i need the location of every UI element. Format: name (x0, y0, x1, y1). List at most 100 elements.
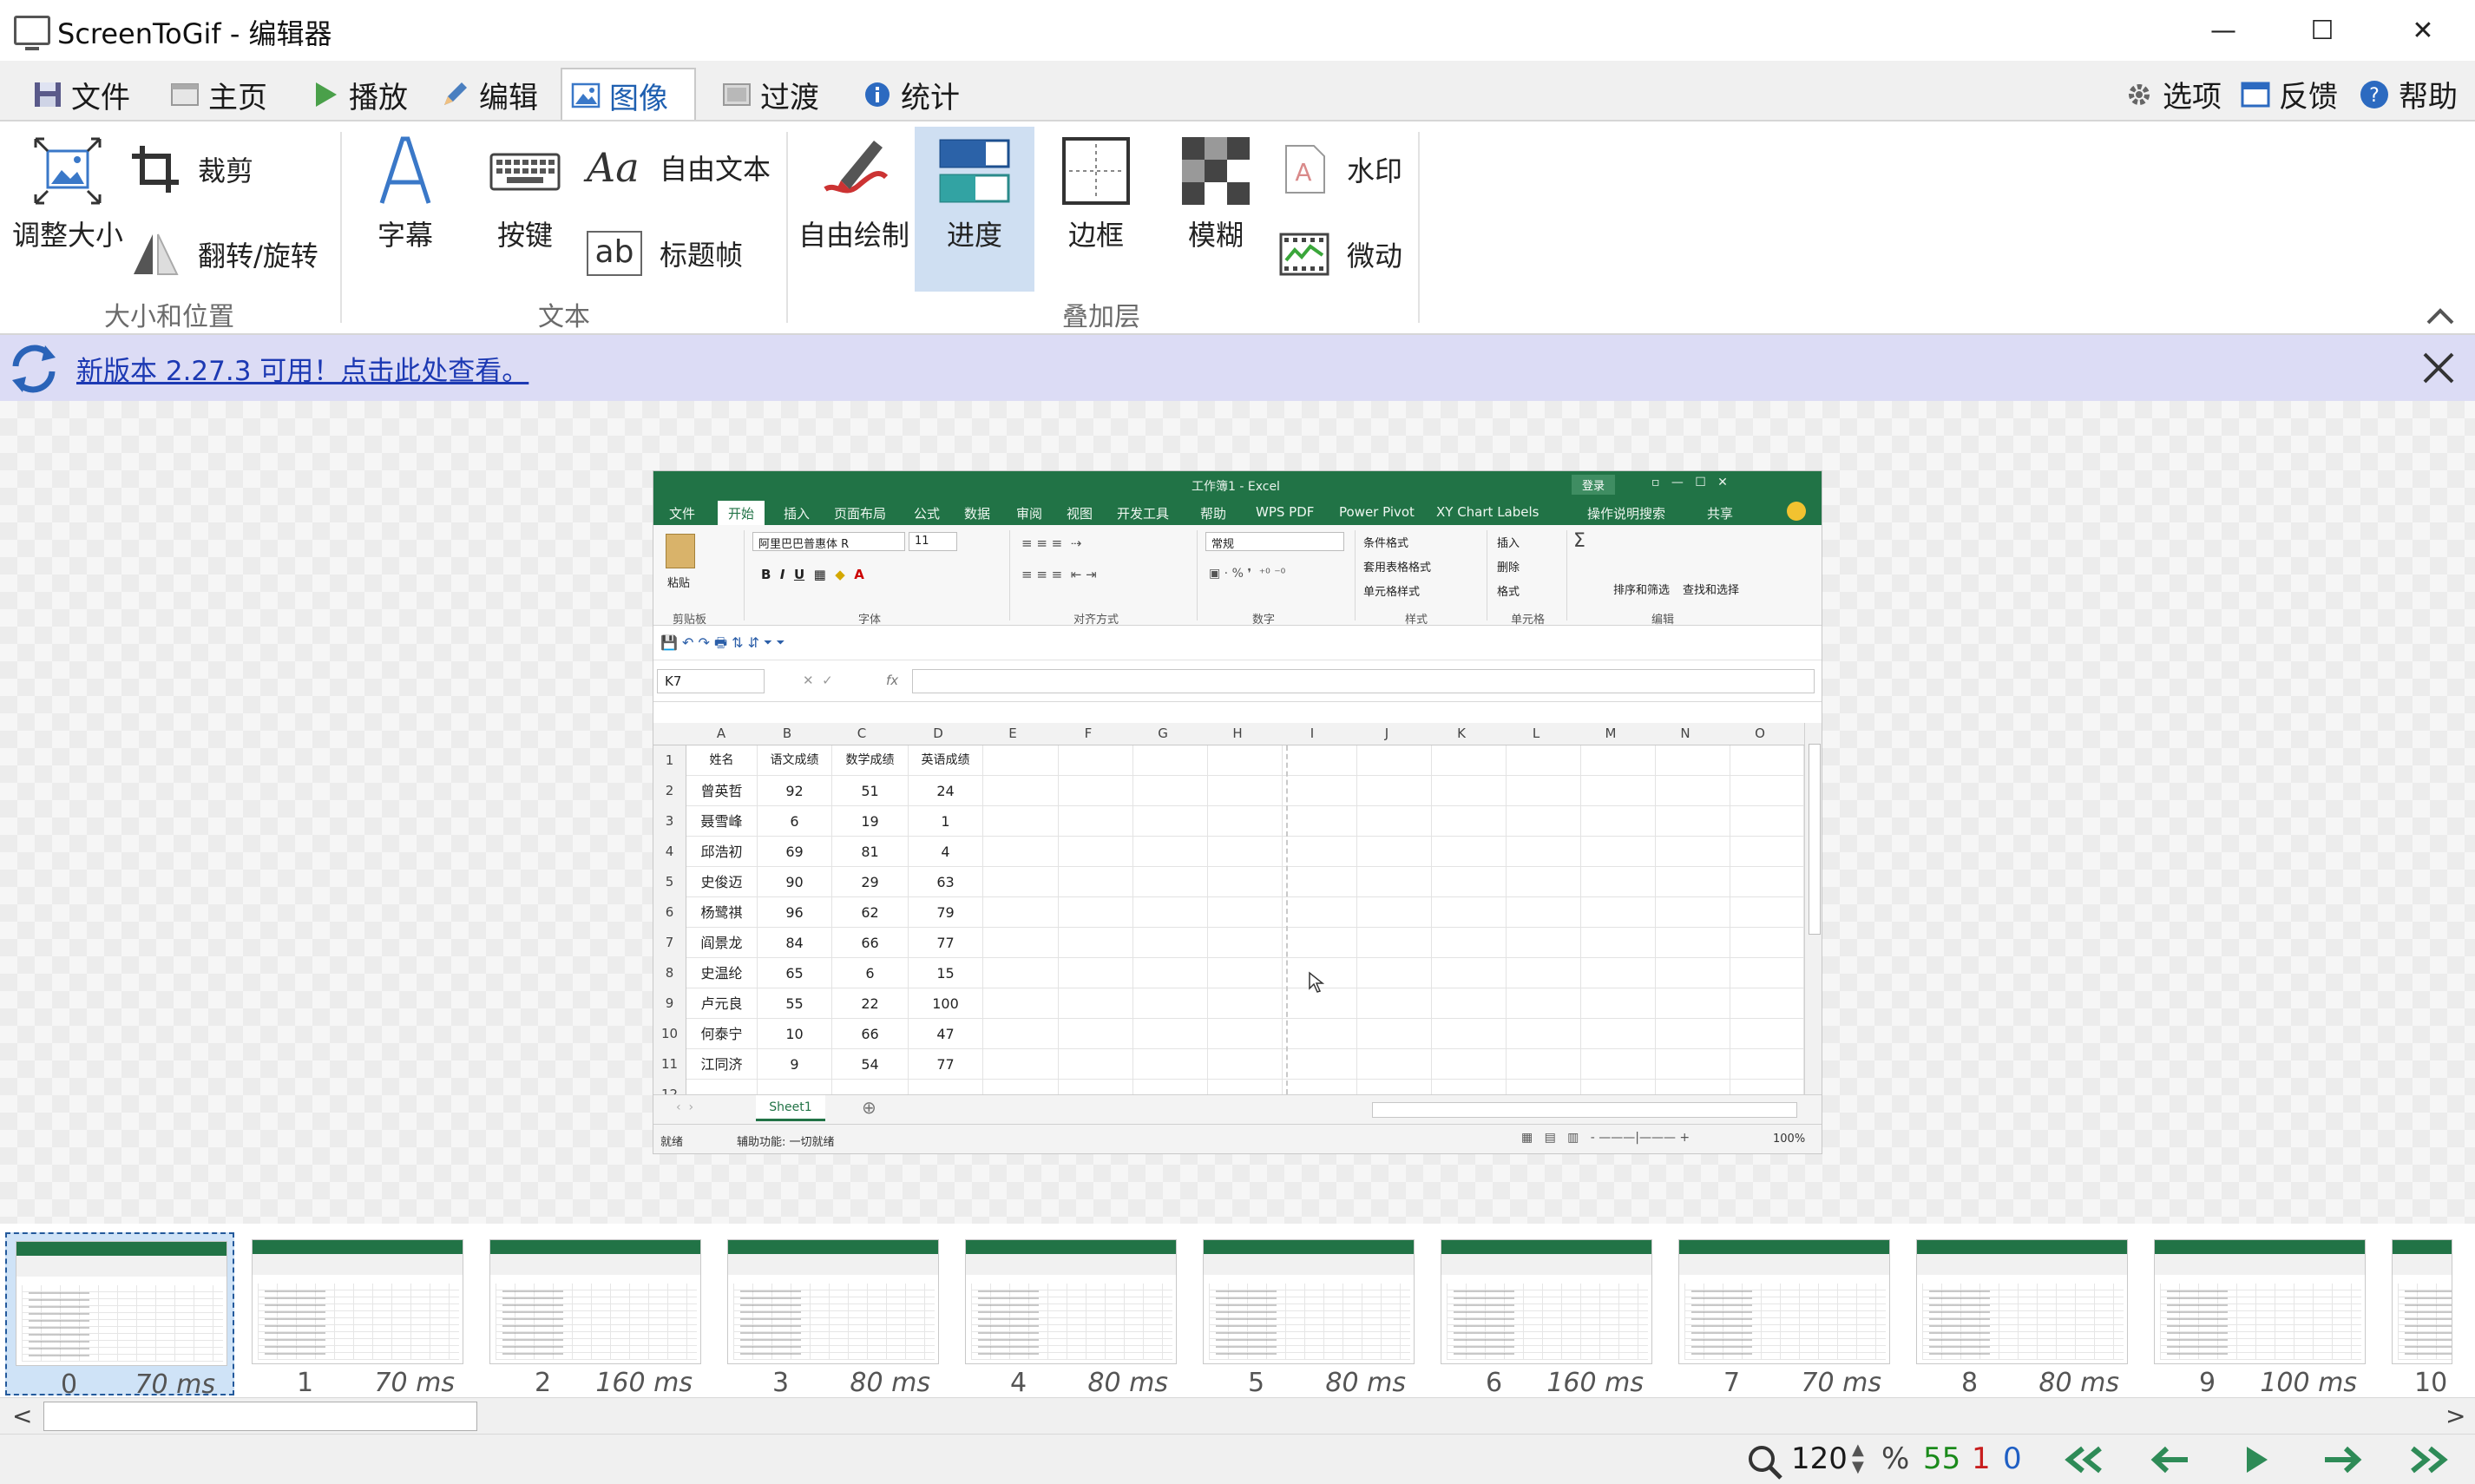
excel-cell: 1 (909, 806, 983, 837)
excel-row-header: 2 (653, 776, 686, 806)
frame-thumbnail[interactable]: 0 70 ms (5, 1232, 234, 1400)
tab-edit[interactable]: 编辑 (432, 69, 547, 120)
crop-button[interactable]: 裁剪 (130, 144, 253, 194)
excel-status-ready: 就绪 (660, 1136, 684, 1149)
next-frame-button[interactable] (2308, 1440, 2378, 1480)
excel-cell (1507, 958, 1581, 988)
options-button[interactable]: 选项 (2124, 73, 2222, 115)
help-button[interactable]: ? 帮助 (2359, 73, 2458, 115)
cinemagraph-button[interactable]: 微动 (1279, 229, 1402, 279)
frame-thumbnail[interactable]: 6 160 ms (1432, 1232, 1661, 1398)
frame-image-data (1216, 1287, 1277, 1355)
frame-thumbnail[interactable]: 1 70 ms (243, 1232, 472, 1398)
excel-cell: 数学成绩 (832, 745, 909, 776)
scrollbar-thumb[interactable] (43, 1402, 477, 1431)
excel-cell (1208, 867, 1283, 897)
excel-cell (1581, 988, 1656, 1019)
frame-thumbnail[interactable]: 8 80 ms (1907, 1232, 2137, 1398)
excel-cell (1507, 897, 1581, 928)
frame-thumbnail[interactable]: 5 80 ms (1194, 1232, 1423, 1398)
caption-button[interactable]: 字幕 (370, 135, 441, 253)
frame-thumbnail[interactable]: 4 80 ms (956, 1232, 1185, 1398)
title-frame-button[interactable]: ab 标题帧 (587, 231, 743, 276)
last-frame-button[interactable] (2395, 1440, 2465, 1480)
excel-separator (1009, 530, 1010, 621)
excel-cell: 邱浩初 (686, 837, 758, 867)
excel-group-label: 字体 (858, 614, 882, 627)
frame-image (2154, 1239, 2366, 1364)
tab-transition[interactable]: 过渡 (713, 69, 828, 120)
excel-group-label: 单元格 (1511, 614, 1546, 627)
tab-statistics[interactable]: 统计 (854, 69, 968, 120)
key-strokes-button[interactable]: 按键 (489, 135, 561, 253)
tab-file[interactable]: 文件 (24, 69, 139, 120)
tab-image[interactable]: 图像 (561, 68, 696, 121)
excel-separator (744, 530, 745, 621)
frame-thumbnail[interactable]: 2 160 ms (481, 1232, 710, 1398)
excel-cell (1507, 867, 1581, 897)
resize-button[interactable]: 调整大小 (12, 135, 123, 253)
group-label-text: 文本 (538, 302, 590, 332)
crop-icon (132, 146, 179, 193)
excel-separator (1566, 530, 1567, 621)
excel-vscroll-thumb (1809, 744, 1821, 935)
maximize-button[interactable]: ☐ (2272, 0, 2373, 61)
feedback-button[interactable]: 反馈 (2241, 73, 2338, 115)
collapse-ribbon-icon[interactable] (2425, 305, 2456, 326)
excel-sheet-nav-icons: ‹ › (676, 1100, 694, 1114)
update-notice-link[interactable]: 新版本 2.27.3 可用！点击此处查看。 (76, 349, 528, 388)
border-button[interactable]: 边框 (1060, 135, 1132, 253)
frame-strip-scrollbar[interactable]: < > (0, 1397, 2475, 1434)
free-drawing-button[interactable]: 自由绘制 (798, 135, 909, 253)
frame-preview: 工作簿1 - Excel 登录 ▫ — ☐ ✕ 文件 开始 插入 页面布局 公式… (653, 470, 1822, 1154)
obfuscate-button[interactable]: 模糊 (1180, 135, 1251, 253)
close-button[interactable]: ✕ (2373, 0, 2473, 61)
excel-cell (1730, 958, 1804, 988)
minimize-button[interactable]: — (2173, 0, 2274, 61)
frame-image-toolbar (1441, 1254, 1651, 1275)
flip-rotate-button[interactable]: 翻转/旋转 (130, 229, 318, 279)
watermark-button[interactable]: A 水印 (1279, 144, 1402, 194)
frame-image (1916, 1239, 2128, 1364)
progress-button[interactable]: 进度 (915, 127, 1034, 292)
frame-index: 8 (1961, 1368, 1979, 1398)
excel-paste-icon (666, 534, 695, 568)
frame-thumbnail[interactable]: 10 (2383, 1232, 2452, 1398)
zoom-value-input[interactable]: 120 (1791, 1441, 1848, 1476)
close-notice-icon[interactable] (2421, 351, 2456, 385)
frame-image-toolbar (2155, 1254, 2365, 1275)
play-button[interactable] (2222, 1440, 2291, 1480)
arrow-left-icon (2150, 1446, 2188, 1474)
excel-cell: 聂雪峰 (686, 806, 758, 837)
tab-play[interactable]: 播放 (302, 69, 417, 120)
frame-delay: 160 ms (1546, 1368, 1644, 1398)
excel-cell-item: 格式 (1497, 586, 1520, 599)
excel-smiley-icon (1787, 502, 1806, 521)
tab-home[interactable]: 主页 (161, 69, 276, 120)
free-text-button[interactable]: Aa 自由文本 (587, 144, 771, 191)
play-icon (2247, 1447, 2268, 1473)
excel-cell (1656, 1049, 1730, 1080)
excel-tab: 文件 (669, 506, 696, 522)
frame-image-toolbar (253, 1254, 463, 1275)
previous-frame-button[interactable] (2135, 1440, 2204, 1480)
scroll-left-arrow[interactable]: < (12, 1402, 32, 1430)
scroll-right-arrow[interactable]: > (2445, 1402, 2465, 1430)
frame-thumbnail[interactable]: 9 100 ms (2145, 1232, 2374, 1398)
first-frame-button[interactable] (2048, 1440, 2117, 1480)
excel-cell (1357, 928, 1432, 958)
frame-thumbnail[interactable]: 7 70 ms (1670, 1232, 1899, 1398)
excel-tab: 页面布局 (834, 506, 887, 522)
frame-image (1678, 1239, 1890, 1364)
excel-zoom-level: 100% (1773, 1133, 1806, 1146)
frame-image-data (502, 1287, 563, 1355)
zoom-spinner-icon[interactable]: ▲ ▼ (1852, 1441, 1864, 1476)
excel-cell (1357, 1019, 1432, 1049)
excel-cell (1208, 837, 1283, 867)
excel-find-select-label: 查找和选择 (1683, 584, 1740, 597)
frame-image-toolbar (1204, 1254, 1414, 1275)
excel-cell (1730, 776, 1804, 806)
excel-cell (1133, 958, 1208, 988)
zoom-unit: % (1881, 1441, 1910, 1476)
frame-thumbnail[interactable]: 3 80 ms (719, 1232, 948, 1398)
